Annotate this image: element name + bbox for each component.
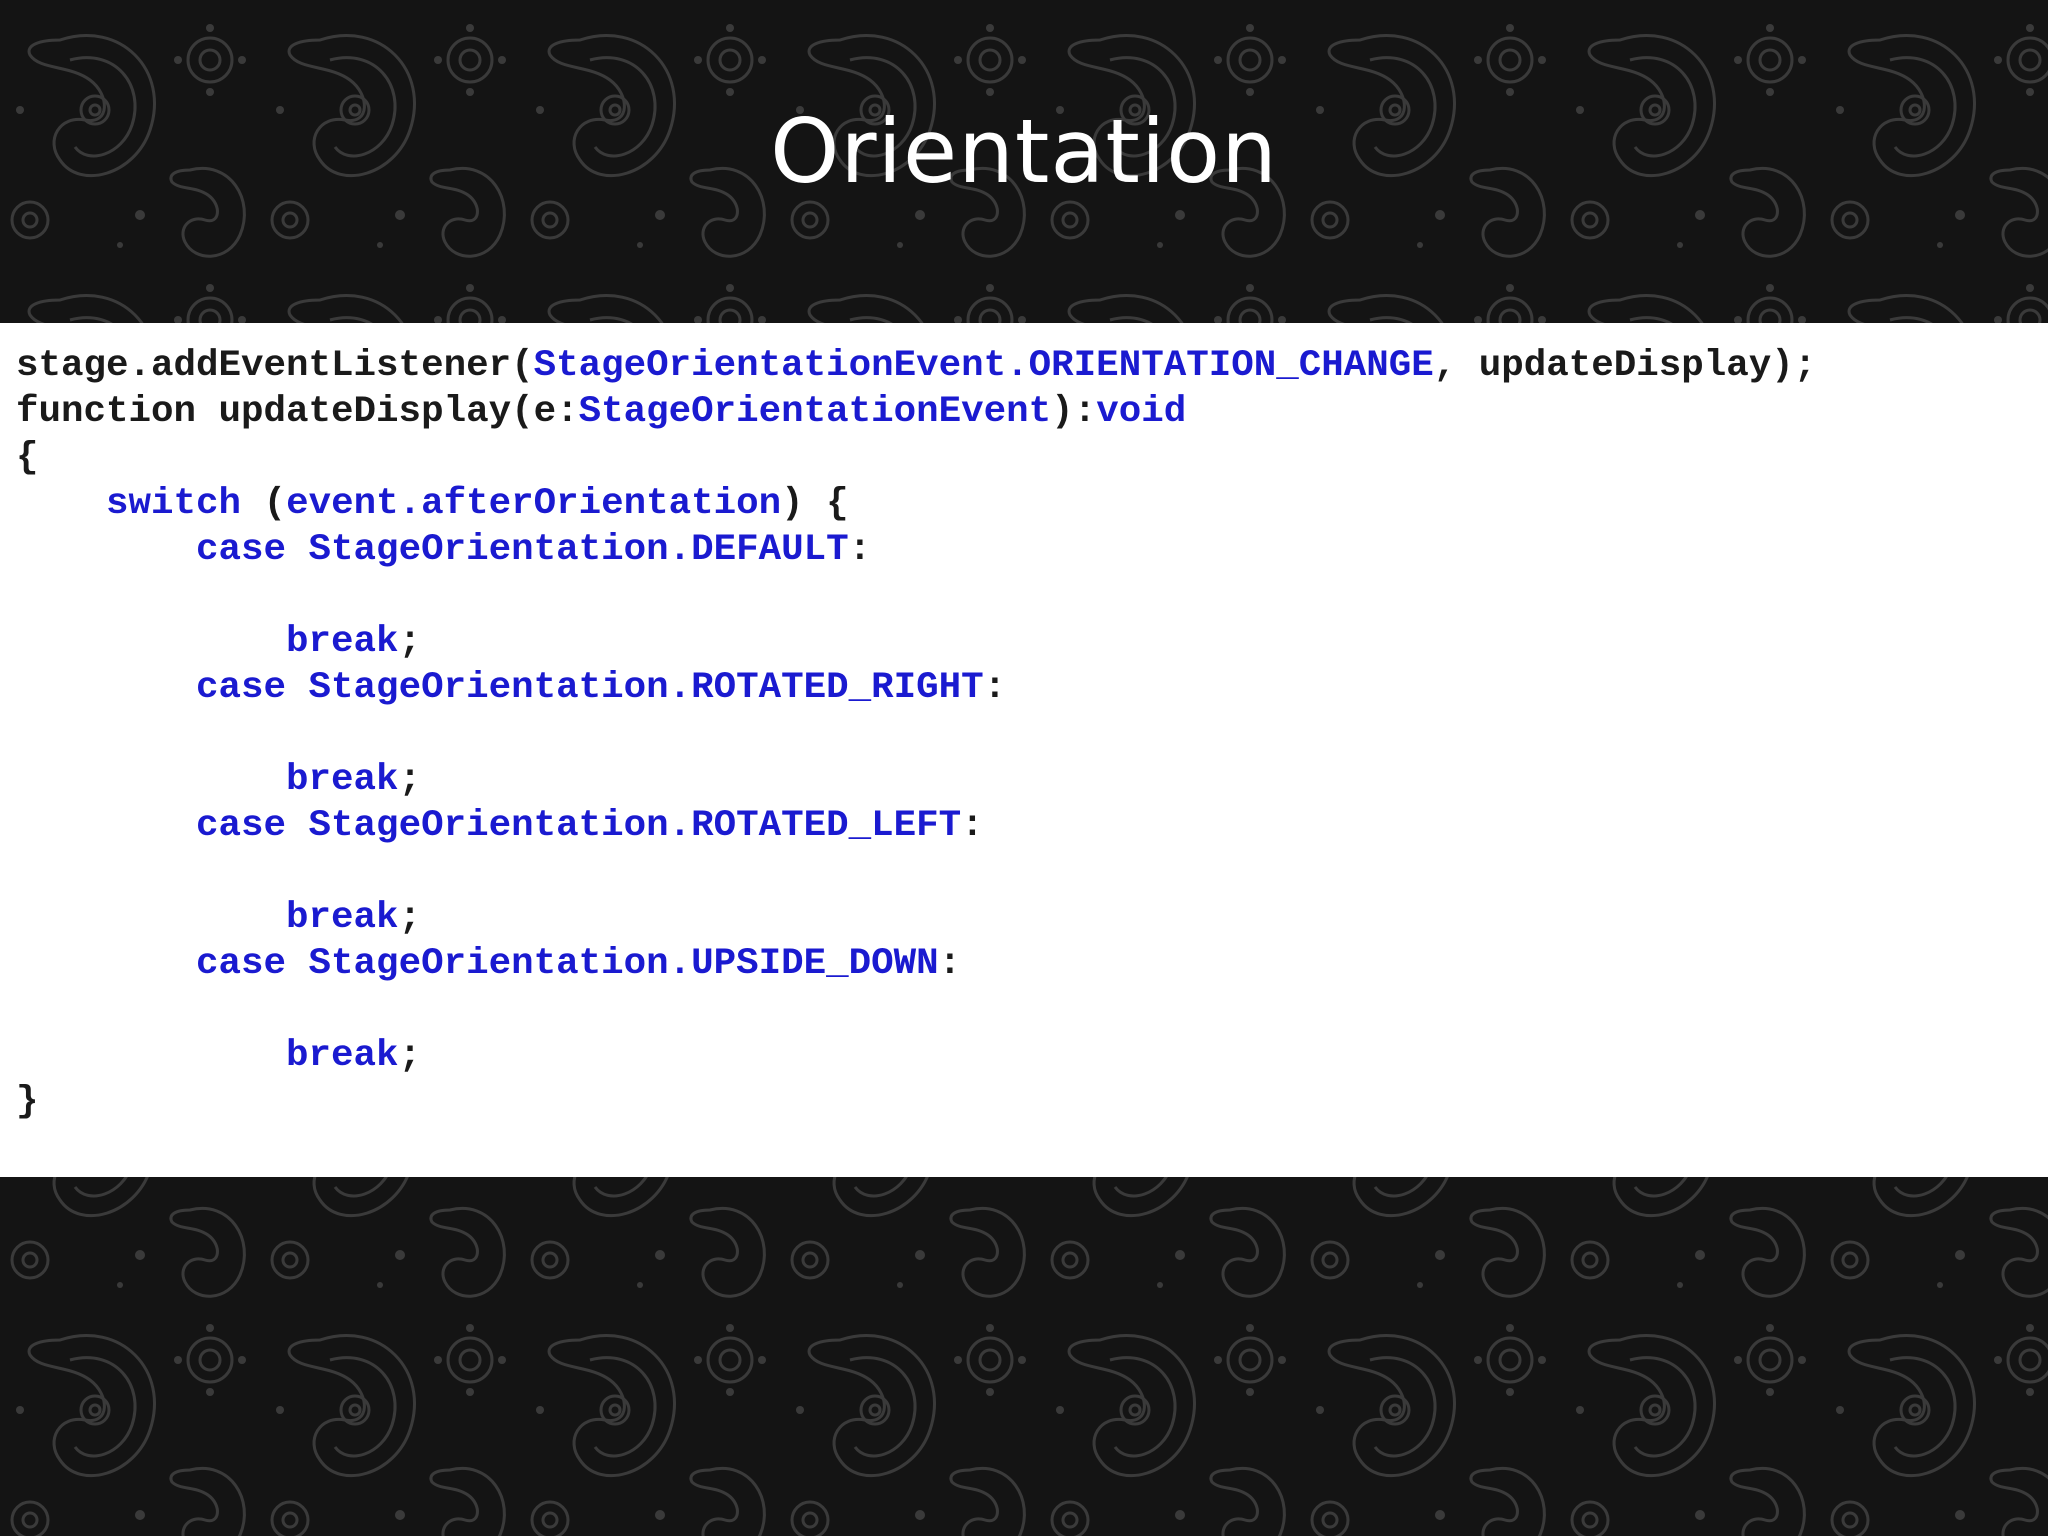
- slide-title: Orientation: [770, 100, 1278, 203]
- code-token: ) {: [781, 483, 849, 525]
- code-token: (: [241, 483, 287, 525]
- code-token: event.afterOrientation: [286, 483, 782, 525]
- code-line: break;: [16, 619, 1816, 665]
- code-token: break: [286, 1035, 399, 1077]
- code-token: ):: [1051, 391, 1097, 433]
- code-token: StageOrientationEvent.ORIENTATION_CHANGE: [533, 345, 1434, 387]
- code-token: case StageOrientation.ROTATED_LEFT: [196, 805, 962, 847]
- code-token: :: [848, 529, 872, 571]
- code-line: case StageOrientation.ROTATED_LEFT:: [16, 803, 1816, 849]
- code-line: case StageOrientation.DEFAULT:: [16, 527, 1816, 573]
- code-token: break: [286, 621, 399, 663]
- code-line: break;: [16, 895, 1816, 941]
- code-token: break: [286, 759, 399, 801]
- code-token: }: [16, 1081, 39, 1123]
- code-line: stage.addEventListener(StageOrientationE…: [16, 343, 1816, 389]
- code-line: case StageOrientation.UPSIDE_DOWN:: [16, 941, 1816, 987]
- code-token: :: [961, 805, 984, 847]
- code-line: function updateDisplay(e:StageOrientatio…: [16, 389, 1816, 435]
- code-token: switch: [106, 483, 242, 525]
- code-token: , updateDisplay);: [1433, 345, 1817, 387]
- code-token: case StageOrientation.DEFAULT: [196, 529, 849, 571]
- code-token: :: [983, 667, 1007, 709]
- code-line: switch (event.afterOrientation) {: [16, 481, 1816, 527]
- code-token: function updateDisplay(e:: [16, 391, 579, 433]
- code-token: case StageOrientation.UPSIDE_DOWN: [196, 943, 939, 985]
- code-token: ;: [398, 621, 422, 663]
- code-token: ;: [398, 1035, 422, 1077]
- code-block: stage.addEventListener(StageOrientationE…: [16, 343, 1816, 1125]
- code-token: break: [286, 897, 399, 939]
- code-line: case StageOrientation.ROTATED_RIGHT:: [16, 665, 1816, 711]
- code-line: break;: [16, 757, 1816, 803]
- code-token: {: [16, 437, 39, 479]
- code-token: case StageOrientation.ROTATED_RIGHT: [196, 667, 984, 709]
- code-panel: stage.addEventListener(StageOrientationE…: [0, 323, 2048, 1177]
- code-token: ;: [398, 759, 422, 801]
- code-token: ;: [398, 897, 422, 939]
- code-token: :: [938, 943, 962, 985]
- code-token: stage.addEventListener(: [16, 345, 534, 387]
- code-token: void: [1096, 391, 1187, 433]
- code-line: {: [16, 435, 1816, 481]
- code-token: StageOrientationEvent: [578, 391, 1052, 433]
- code-line: break;: [16, 1033, 1816, 1079]
- code-line: }: [16, 1079, 1816, 1125]
- slide: Orientation stage.addEventListener(Stage…: [0, 0, 2048, 1536]
